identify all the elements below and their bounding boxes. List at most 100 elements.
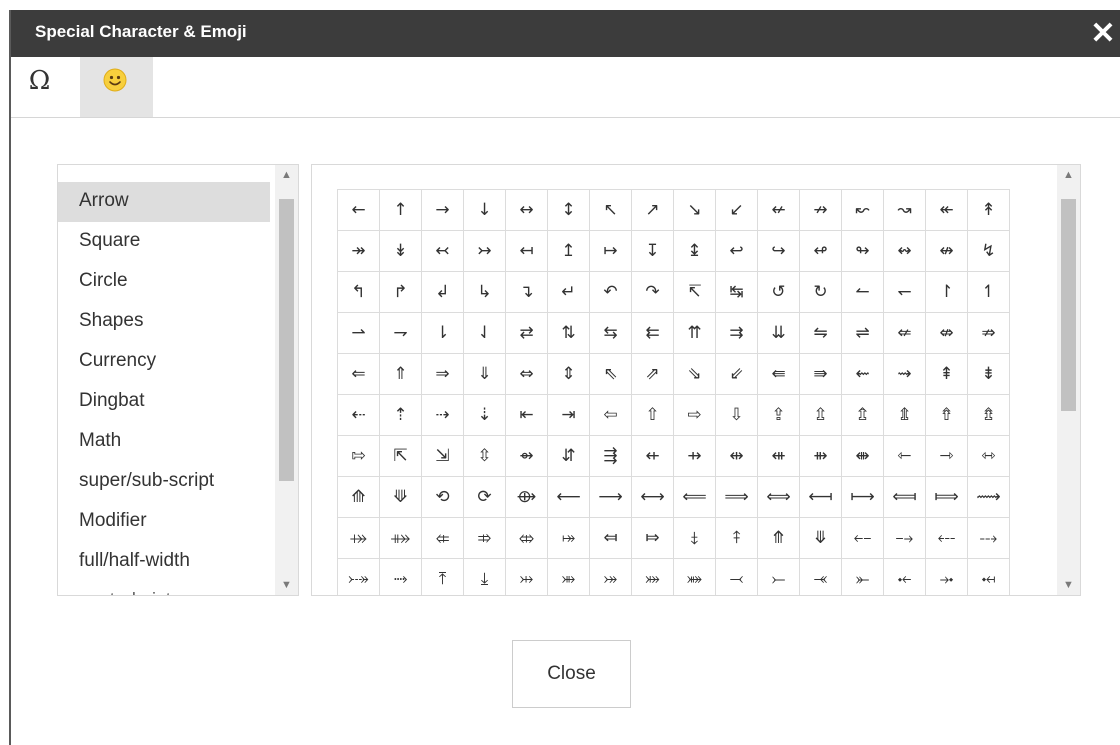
character-cell[interactable]: ↡ <box>379 230 422 272</box>
character-cell[interactable]: ↾ <box>925 271 968 313</box>
character-cell[interactable]: ⇥ <box>547 394 590 436</box>
character-cell[interactable]: ⇚ <box>757 353 800 395</box>
character-cell[interactable]: ↤ <box>505 230 548 272</box>
character-cell[interactable]: ⟽ <box>883 476 926 518</box>
character-cell[interactable]: ↲ <box>421 271 464 313</box>
character-cell[interactable]: ⤋ <box>799 517 842 559</box>
character-cell[interactable]: ⇼ <box>841 435 884 477</box>
character-cell[interactable]: ⇒ <box>421 353 464 395</box>
character-cell[interactable]: ↦ <box>589 230 632 272</box>
character-cell[interactable]: ⇱ <box>379 435 422 477</box>
character-cell[interactable]: ↠ <box>337 230 380 272</box>
character-cell[interactable]: ⤕ <box>547 558 590 595</box>
character-cell[interactable]: ⇢ <box>421 394 464 436</box>
character-cell[interactable]: ⇰ <box>337 435 380 477</box>
character-cell[interactable]: ⤍ <box>883 517 926 559</box>
character-cell[interactable]: ↘ <box>673 189 716 231</box>
character-cell[interactable]: ⇗ <box>631 353 674 395</box>
character-cell[interactable]: ⇺ <box>757 435 800 477</box>
character-cell[interactable]: ⇘ <box>673 353 716 395</box>
character-cell[interactable]: ↺ <box>757 271 800 313</box>
character-cell[interactable]: ⇔ <box>505 353 548 395</box>
character-cell[interactable]: ⇦ <box>589 394 632 436</box>
character-cell[interactable]: ⤉ <box>715 517 758 559</box>
character-cell[interactable]: → <box>421 189 464 231</box>
character-cell[interactable]: ↢ <box>421 230 464 272</box>
character-cell[interactable]: ↑ <box>379 189 422 231</box>
scroll-down-icon[interactable]: ▼ <box>275 575 298 595</box>
category-item[interactable]: Math <box>58 422 270 462</box>
character-cell[interactable]: ⇻ <box>799 435 842 477</box>
character-cell[interactable]: ⇞ <box>925 353 968 395</box>
character-cell[interactable]: ⤃ <box>463 517 506 559</box>
character-cell[interactable]: ⇓ <box>463 353 506 395</box>
category-item[interactable]: control pict <box>58 582 270 595</box>
character-cell[interactable]: ↷ <box>631 271 674 313</box>
character-cell[interactable]: ↩ <box>715 230 758 272</box>
character-cell[interactable]: ↨ <box>673 230 716 272</box>
character-cell[interactable]: ⤘ <box>673 558 716 595</box>
character-cell[interactable]: ↟ <box>967 189 1010 231</box>
character-cell[interactable]: ⟸ <box>673 476 716 518</box>
character-cell[interactable]: ⇩ <box>715 394 758 436</box>
character-cell[interactable]: ⤞ <box>925 558 968 595</box>
character-cell[interactable]: ⇭ <box>883 394 926 436</box>
character-cell[interactable]: ↪ <box>757 230 800 272</box>
character-cell[interactable]: ↜ <box>841 189 884 231</box>
character-cell[interactable]: ⇪ <box>757 394 800 436</box>
character-cell[interactable]: ⇟ <box>967 353 1010 395</box>
category-item[interactable]: Shapes <box>58 302 270 342</box>
character-cell[interactable]: ↰ <box>337 271 380 313</box>
character-cell[interactable]: ↥ <box>547 230 590 272</box>
category-item[interactable]: Circle <box>58 262 270 302</box>
character-cell[interactable]: ⟺ <box>757 476 800 518</box>
character-cell[interactable]: ⟱ <box>379 476 422 518</box>
character-cell[interactable]: ⇮ <box>925 394 968 436</box>
character-cell[interactable]: ↶ <box>589 271 632 313</box>
character-cell[interactable]: ⇙ <box>715 353 758 395</box>
character-cell[interactable]: ⟼ <box>841 476 884 518</box>
character-cell[interactable]: ⟴ <box>505 476 548 518</box>
character-cell[interactable]: ↸ <box>673 271 716 313</box>
character-cell[interactable]: ⇆ <box>589 312 632 354</box>
scroll-down-icon[interactable]: ▼ <box>1057 575 1080 595</box>
character-cell[interactable]: ⇇ <box>631 312 674 354</box>
character-cell[interactable]: ↣ <box>463 230 506 272</box>
character-cell[interactable]: ↗ <box>631 189 674 231</box>
character-cell[interactable]: ↼ <box>841 271 884 313</box>
character-cell[interactable]: ⇀ <box>337 312 380 354</box>
character-cell[interactable]: ⇹ <box>715 435 758 477</box>
character-cell[interactable]: ↫ <box>799 230 842 272</box>
category-scrollbar[interactable]: ▲ ▼ <box>275 165 298 595</box>
character-cell[interactable]: ⇳ <box>463 435 506 477</box>
character-cell[interactable]: ⇾ <box>925 435 968 477</box>
category-item[interactable]: Arrow <box>58 182 270 222</box>
character-cell[interactable]: ⤏ <box>967 517 1010 559</box>
scroll-up-icon[interactable]: ▲ <box>275 165 298 185</box>
character-cell[interactable]: ⇌ <box>841 312 884 354</box>
character-cell[interactable]: ⟶ <box>589 476 632 518</box>
character-cell[interactable]: ⇧ <box>631 394 674 436</box>
character-cell[interactable]: ← <box>337 189 380 231</box>
character-cell[interactable]: ⇋ <box>799 312 842 354</box>
character-cell[interactable]: ⤟ <box>967 558 1010 595</box>
character-cell[interactable]: ↚ <box>757 189 800 231</box>
character-cell[interactable]: ↬ <box>841 230 884 272</box>
category-item[interactable]: Dingbat <box>58 382 270 422</box>
character-cell[interactable]: ⤈ <box>673 517 716 559</box>
character-cell[interactable]: ↭ <box>883 230 926 272</box>
close-button[interactable]: Close <box>512 640 631 708</box>
character-cell[interactable]: ⇖ <box>589 353 632 395</box>
character-cell[interactable]: ⤅ <box>547 517 590 559</box>
character-cell[interactable]: ⤐ <box>337 558 380 595</box>
close-icon[interactable]: ✕ <box>1088 17 1118 51</box>
character-cell[interactable]: ⇯ <box>967 394 1010 436</box>
character-cell[interactable]: ⤑ <box>379 558 422 595</box>
character-cell[interactable]: ↔ <box>505 189 548 231</box>
character-cell[interactable]: ⇕ <box>547 353 590 395</box>
category-item[interactable]: Modifier <box>58 502 270 542</box>
tab-emoji[interactable] <box>80 57 153 117</box>
character-cell[interactable]: ⇨ <box>673 394 716 436</box>
character-cell[interactable]: ⟹ <box>715 476 758 518</box>
character-cell[interactable]: ⤎ <box>925 517 968 559</box>
